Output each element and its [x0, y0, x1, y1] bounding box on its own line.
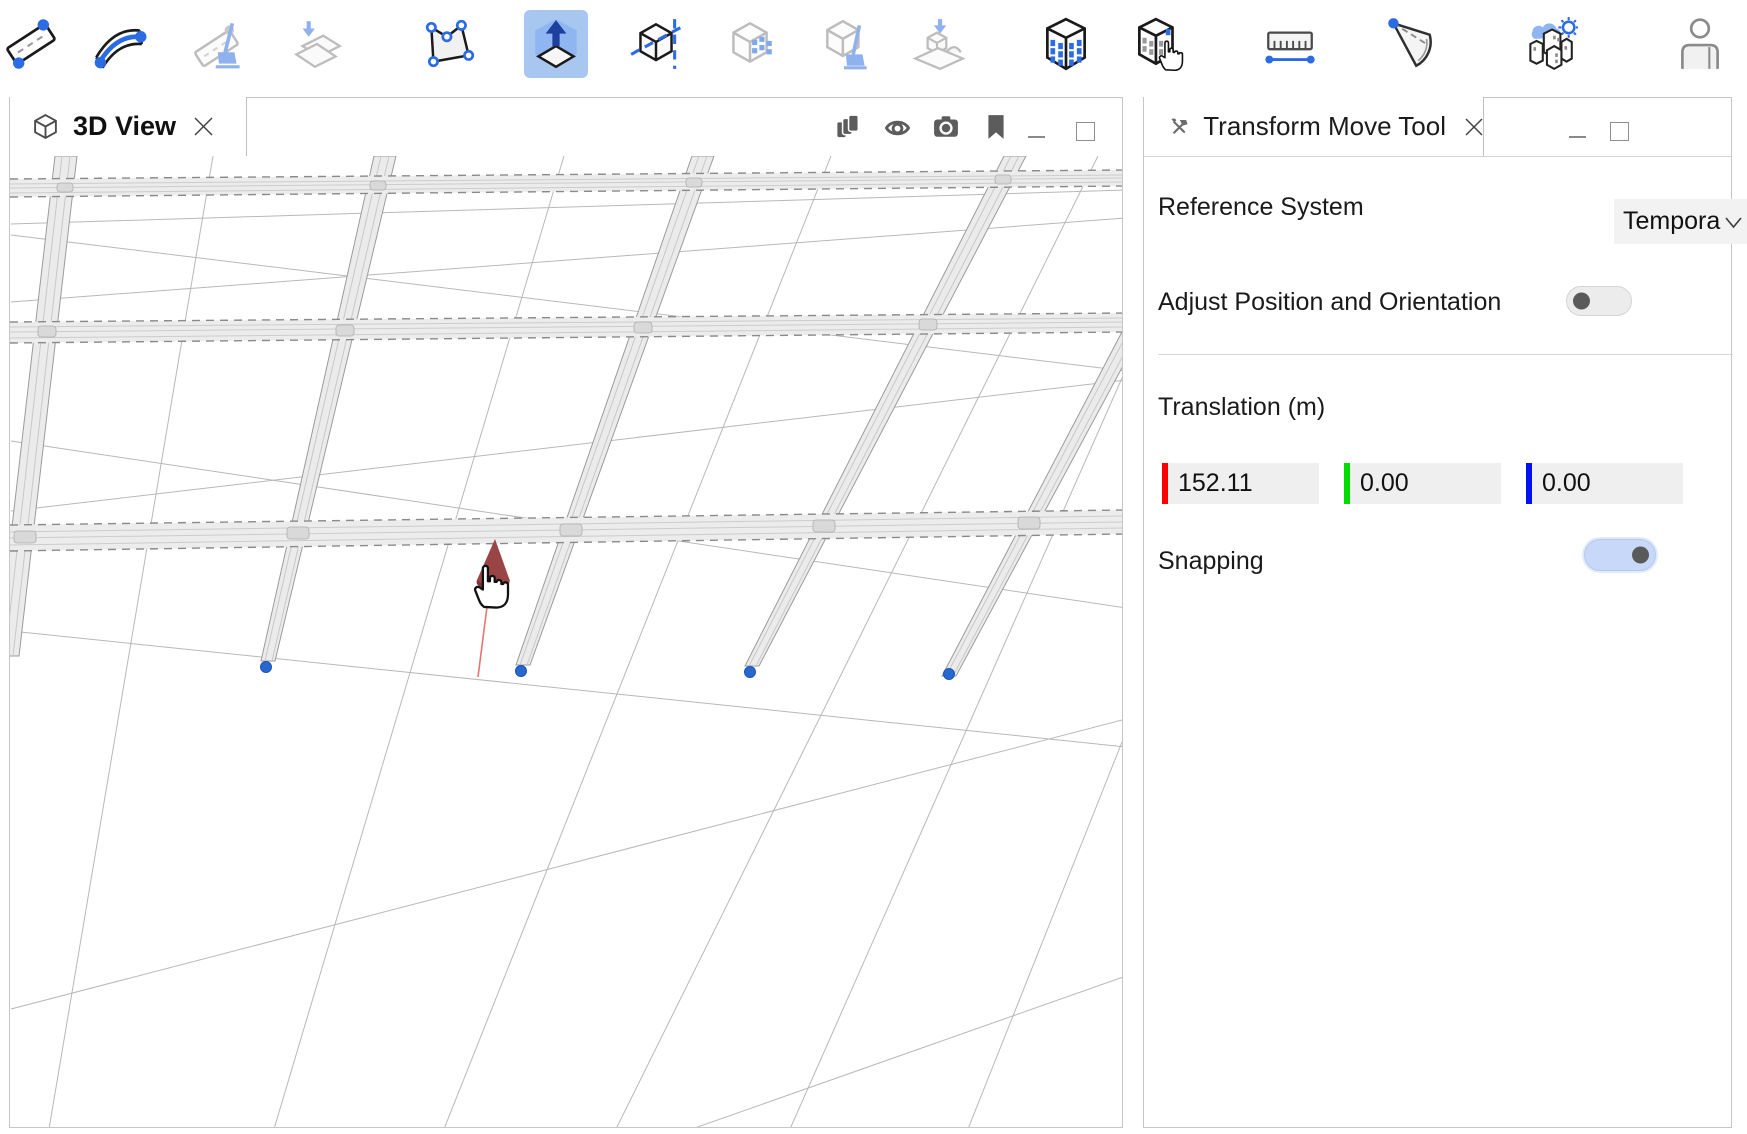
tool-viewshed[interactable]	[1378, 10, 1442, 78]
view3d-tab[interactable]: 3D View	[10, 97, 247, 156]
tool-measure[interactable]	[1258, 10, 1322, 78]
view3d-panel: 3D View	[9, 97, 1123, 1128]
road-curve-icon	[89, 15, 147, 73]
reference-system-dropdown[interactable]: Tempora	[1614, 199, 1747, 244]
transform-header: Transform Move Tool	[1144, 98, 1731, 157]
adjust-toggle[interactable]	[1566, 286, 1632, 316]
view3d-minimize-button[interactable]	[1028, 136, 1045, 138]
translation-label: Translation (m)	[1158, 393, 1325, 422]
tool-environment[interactable]	[1517, 10, 1581, 78]
tools-icon	[1170, 113, 1188, 141]
tool-voxelize-cube[interactable]	[718, 10, 782, 78]
snapping-toggle[interactable]	[1584, 539, 1656, 571]
view3d-maximize-button[interactable]	[1076, 122, 1095, 141]
roads-horizontal	[10, 170, 1122, 551]
endpoint-dot[interactable]	[745, 667, 756, 678]
terrain-grid	[11, 156, 1122, 1127]
view3d-close-icon[interactable]	[194, 117, 213, 136]
application-window: 3D View	[0, 0, 1747, 1134]
viewport-3d[interactable]	[10, 156, 1122, 1127]
tool-road-straight[interactable]	[0, 10, 63, 78]
measure-icon	[1261, 15, 1319, 73]
roads-vertical	[10, 156, 1122, 676]
tool-road-cleanup[interactable]	[190, 10, 254, 78]
view3d-tab-title: 3D View	[73, 111, 176, 142]
tool-slice-cube[interactable]	[624, 10, 688, 78]
selection-endpoints[interactable]	[261, 662, 955, 680]
tool-building-create[interactable]	[1034, 10, 1098, 78]
tool-polygon-edit[interactable]	[418, 10, 482, 78]
building-pick-icon	[1129, 15, 1187, 73]
snapping-toggle-knob	[1632, 547, 1649, 564]
extrude-icon	[527, 15, 585, 73]
transform-maximize-button[interactable]	[1610, 122, 1629, 141]
chevron-down-icon	[1725, 216, 1742, 234]
camera-icon[interactable]	[933, 114, 959, 144]
adjust-toggle-knob	[1573, 293, 1590, 310]
user-icon	[1671, 15, 1729, 73]
translation-y-value: 0.00	[1350, 469, 1409, 498]
translation-z-field[interactable]: 0.00	[1526, 463, 1683, 504]
tool-surface-merge[interactable]	[285, 10, 349, 78]
viewshed-icon	[1381, 15, 1439, 73]
slice-cube-icon	[627, 15, 685, 73]
endpoint-dot[interactable]	[944, 669, 955, 680]
section-divider	[1158, 354, 1733, 355]
translation-z-value: 0.00	[1532, 469, 1591, 498]
reference-system-label: Reference System	[1158, 193, 1364, 222]
scene-3d	[10, 156, 1122, 1127]
reference-system-value: Tempora	[1614, 207, 1720, 236]
snapping-label: Snapping	[1158, 547, 1264, 576]
tool-extrude[interactable]	[524, 10, 588, 78]
view3d-header: 3D View	[10, 98, 1122, 157]
transform-close-icon[interactable]	[1465, 118, 1483, 136]
endpoint-dot[interactable]	[261, 662, 272, 673]
polygon-edit-icon	[421, 15, 479, 73]
cube-icon	[32, 113, 59, 140]
road-intersections	[14, 175, 1040, 543]
road-cleanup-icon	[193, 15, 251, 73]
endpoint-dot[interactable]	[516, 666, 527, 677]
tool-building-pick[interactable]	[1126, 10, 1190, 78]
visibility-eye-icon[interactable]	[884, 117, 911, 144]
road-straight-icon	[2, 15, 60, 73]
surface-merge-icon	[288, 15, 346, 73]
transform-tab[interactable]: Transform Move Tool	[1144, 97, 1484, 156]
tool-user[interactable]	[1668, 10, 1732, 78]
transform-panel: Transform Move Tool Reference System Tem…	[1143, 97, 1732, 1128]
layers-icon[interactable]	[835, 114, 861, 145]
adjust-position-label: Adjust Position and Orientation	[1158, 288, 1501, 317]
translation-y-field[interactable]: 0.00	[1344, 463, 1501, 504]
translation-x-value: 152.11	[1168, 469, 1253, 498]
transform-tab-title: Transform Move Tool	[1203, 111, 1446, 142]
transform-minimize-button[interactable]	[1569, 136, 1586, 138]
environment-icon	[1520, 15, 1578, 73]
translation-x-field[interactable]: 152.11	[1162, 463, 1319, 504]
building-icon	[1037, 15, 1095, 73]
tool-cube-drop[interactable]	[906, 10, 970, 78]
move-guide-line	[478, 599, 488, 677]
voxelize-cube-icon	[721, 15, 779, 73]
main-toolbar	[0, 0, 1747, 90]
tool-cube-cleanup[interactable]	[815, 10, 879, 78]
cube-cleanup-icon	[818, 15, 876, 73]
bookmark-icon[interactable]	[984, 114, 1008, 145]
cube-drop-icon	[909, 15, 967, 73]
tool-road-curve[interactable]	[86, 10, 150, 78]
